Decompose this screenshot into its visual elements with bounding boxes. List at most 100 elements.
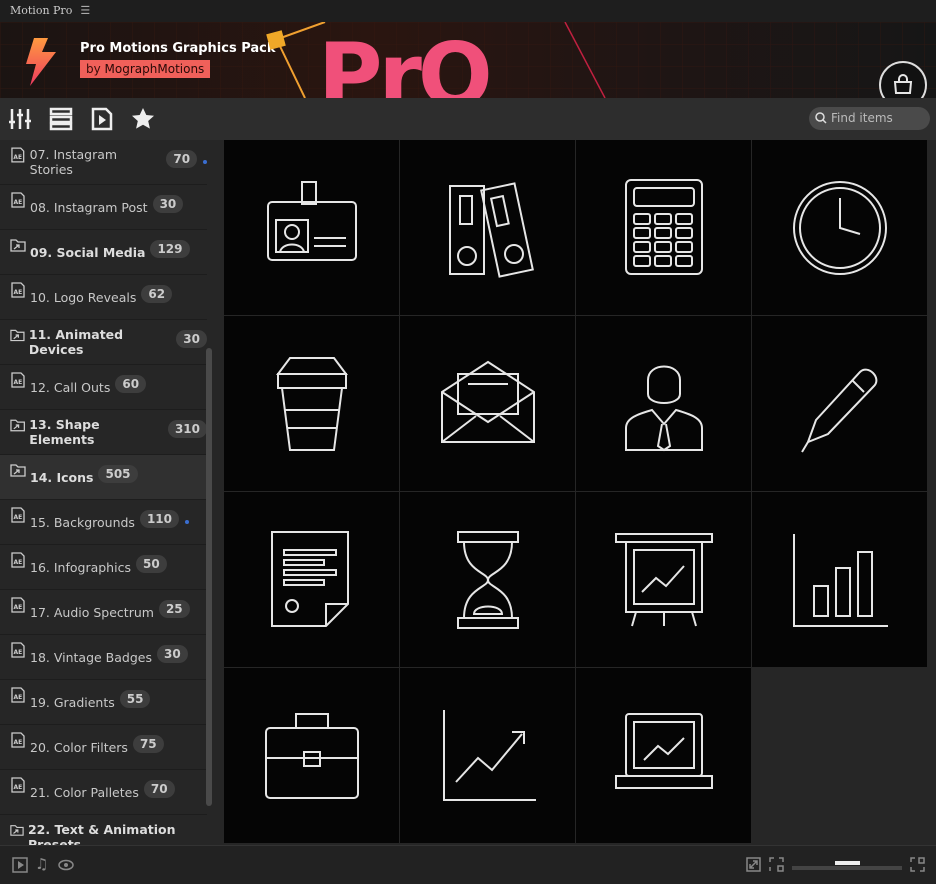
sidebar-item[interactable]: 09. Social Media 129 — [0, 230, 207, 275]
item-count-badge: 110 — [139, 510, 180, 528]
icon-tile-bar-chart[interactable] — [752, 492, 927, 667]
music-icon[interactable]: ♫ — [35, 855, 48, 873]
icon-grid — [224, 140, 927, 845]
pen-icon — [800, 368, 877, 453]
new-indicator-dot — [203, 160, 207, 164]
sidebar-item[interactable]: AE 20. Color Filters 75 — [0, 725, 207, 770]
pro-logo-text: PrO — [318, 24, 493, 99]
clock-icon — [792, 180, 887, 275]
sidebar-item-label: 19. Gradients — [30, 694, 115, 710]
icon-tile-document[interactable] — [224, 492, 399, 667]
shopping-bag-icon — [893, 74, 913, 94]
svg-text:AE: AE — [13, 155, 22, 161]
sidebar-item[interactable]: AE 12. Call Outs 60 — [0, 365, 207, 410]
document-icon — [270, 530, 349, 627]
zoom-slider[interactable] — [792, 861, 902, 870]
sidebar-item[interactable]: AE 07. Instagram Stories 70 — [0, 140, 207, 185]
item-count-badge: 30 — [152, 195, 184, 213]
sidebar-item[interactable]: AE 08. Instagram Post 30 — [0, 185, 207, 230]
laptop-chart-icon — [614, 712, 713, 789]
sidebar-item[interactable]: 11. Animated Devices 30 — [0, 320, 207, 365]
banner: Pro Motions Graphics Pack by MographMoti… — [0, 22, 936, 98]
large-grid-icon[interactable] — [910, 857, 925, 872]
ae-file-icon: AE — [11, 552, 25, 568]
icon-tile-laptop-chart[interactable] — [576, 668, 751, 843]
icon-tile-id-card[interactable] — [224, 140, 399, 315]
svg-text:AE: AE — [14, 739, 23, 746]
folder-link-icon — [10, 464, 26, 477]
zoom-slider-handle[interactable] — [835, 861, 860, 865]
item-count-badge: 55 — [119, 690, 151, 708]
svg-text:AE: AE — [14, 604, 23, 611]
sidebar-item-label: 17. Audio Spectrum — [30, 604, 154, 620]
new-indicator-dot — [185, 520, 190, 524]
briefcase-icon — [264, 712, 359, 799]
ae-file-icon: AE — [11, 642, 25, 658]
sidebar-item[interactable]: AE 10. Logo Reveals 62 — [0, 275, 207, 320]
list-view-icon[interactable] — [49, 107, 73, 131]
icon-tile-hourglass[interactable] — [400, 492, 575, 667]
item-count-badge: 310 — [167, 420, 207, 438]
item-count-badge: 30 — [176, 330, 207, 348]
sliders-icon[interactable] — [8, 107, 32, 131]
icon-tile-binders[interactable] — [400, 140, 575, 315]
ae-file-icon: AE — [11, 372, 25, 388]
icon-tile-pen[interactable] — [752, 316, 927, 491]
sidebar-item-label: 16. Infographics — [30, 559, 131, 575]
ae-file-icon: AE — [11, 777, 25, 793]
sidebar-item[interactable]: AE 18. Vintage Badges 30 — [0, 635, 207, 680]
pack-title: Pro Motions Graphics Pack — [80, 41, 276, 56]
sidebar-item[interactable]: AE 17. Audio Spectrum 25 — [0, 590, 207, 635]
hamburger-icon[interactable]: ☰ — [80, 4, 90, 17]
sidebar-item-label: 14. Icons — [30, 469, 94, 485]
coffee-cup-icon — [275, 356, 348, 451]
icon-tile-coffee-cup[interactable] — [224, 316, 399, 491]
sidebar-item[interactable]: 14. Icons 505 — [0, 455, 207, 500]
play-icon[interactable] — [12, 857, 28, 873]
title-bar: Motion Pro ☰ — [0, 0, 936, 22]
icon-tile-line-chart[interactable] — [400, 668, 575, 843]
sidebar-item[interactable]: AE 15. Backgrounds 110 — [0, 500, 207, 545]
folder-link-icon — [10, 329, 25, 342]
sidebar-item[interactable]: AE 21. Color Palletes 70 — [0, 770, 207, 815]
sidebar-item[interactable]: 22. Text & Animation Presets — [0, 815, 207, 845]
sidebar-scrollbar[interactable] — [206, 348, 212, 806]
folder-link-icon — [10, 419, 25, 432]
line-chart-icon — [442, 709, 536, 801]
sidebar-item-label: 10. Logo Reveals — [30, 289, 137, 305]
eye-icon[interactable] — [58, 857, 74, 873]
bar-chart-icon — [792, 533, 888, 627]
folder-link-icon — [10, 239, 26, 252]
sidebar-item-label: 18. Vintage Badges — [30, 649, 152, 665]
icon-tile-envelope[interactable] — [400, 316, 575, 491]
ae-file-icon: AE — [11, 732, 25, 748]
item-count-badge: 25 — [158, 600, 190, 618]
icon-tile-presentation-board[interactable] — [576, 492, 751, 667]
small-grid-icon[interactable] — [769, 857, 784, 872]
icon-tile-briefcase[interactable] — [224, 668, 399, 843]
icon-tile-clock[interactable] — [752, 140, 927, 315]
sidebar-item[interactable]: AE 19. Gradients 55 — [0, 680, 207, 725]
favorites-star-icon[interactable] — [131, 107, 155, 131]
sidebar-item-label: 13. Shape Elements — [29, 417, 100, 447]
item-count-badge: 62 — [141, 285, 173, 303]
item-count-badge: 30 — [157, 645, 188, 663]
svg-text:AE: AE — [14, 514, 23, 521]
author-link[interactable]: by MographMotions — [80, 60, 211, 78]
svg-text:AE: AE — [14, 559, 23, 566]
sidebar-item[interactable]: AE 16. Infographics 50 — [0, 545, 207, 590]
icon-tile-calculator[interactable] — [576, 140, 751, 315]
ae-file-icon: AE — [11, 687, 25, 703]
sidebar-item[interactable]: 13. Shape Elements 310 — [0, 410, 207, 455]
preview-icon[interactable] — [90, 107, 114, 131]
item-count-badge: 70 — [143, 780, 175, 798]
icon-tile-businessman[interactable] — [576, 316, 751, 491]
sidebar-item-label: 21. Color Palletes — [30, 784, 139, 800]
svg-text:AE: AE — [14, 199, 23, 206]
envelope-icon — [440, 360, 535, 443]
calculator-icon — [624, 178, 703, 275]
search-input[interactable]: Find items — [809, 107, 930, 130]
category-sidebar: AE 07. Instagram Stories 70 AE 08. Instagram… — [0, 140, 216, 845]
sidebar-item-label: 08. Instagram Post — [30, 199, 148, 215]
expand-icon[interactable] — [746, 857, 761, 872]
